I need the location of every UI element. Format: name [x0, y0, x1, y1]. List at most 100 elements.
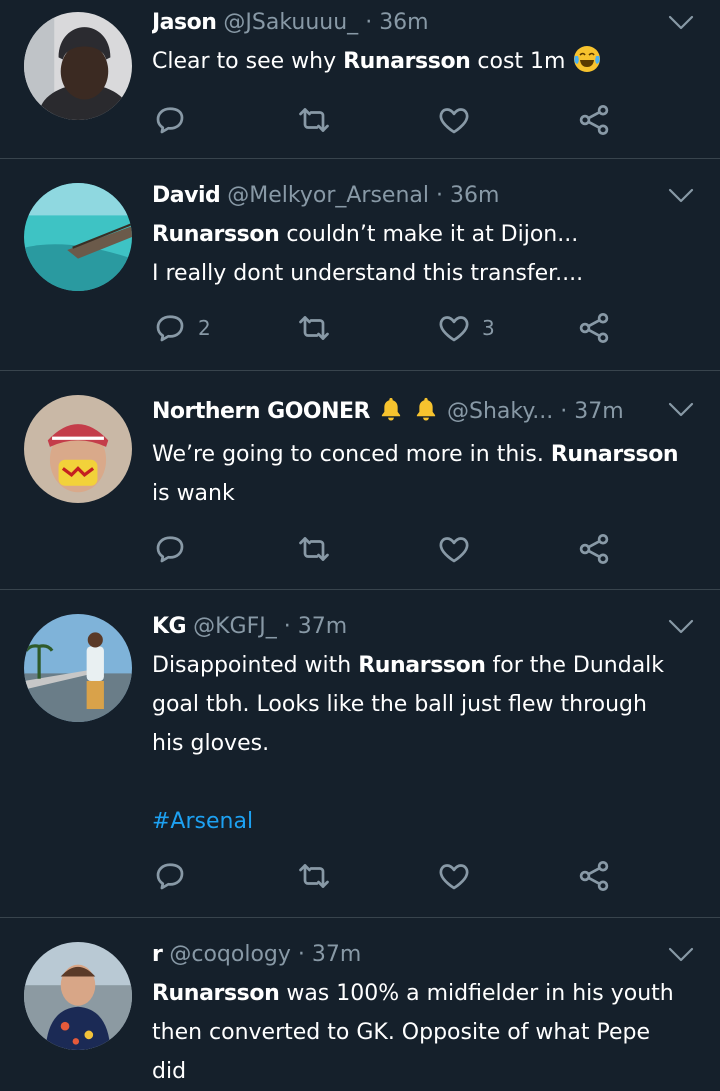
text-segment: Clear to see why: [152, 49, 344, 74]
author-handle[interactable]: @KGFJ_: [193, 614, 277, 639]
reply-button[interactable]: [152, 100, 198, 140]
tweet-header: Northern GOONER @Shaky... · 37m: [152, 395, 660, 427]
mention-bold: Runarsson: [550, 442, 679, 467]
avatar[interactable]: [24, 183, 132, 291]
chevron-down-icon[interactable]: [668, 619, 694, 635]
tweet-item[interactable]: r @coqology · 37m Runarsson was 100% a m…: [0, 918, 720, 1088]
share-icon: [576, 858, 612, 894]
tweet-text: Disappointed with Runarsson for the Dund…: [152, 646, 684, 841]
tweet-item[interactable]: Northern GOONER @Shaky... · 37m We’re go…: [0, 371, 720, 590]
avatar[interactable]: [24, 12, 132, 120]
chevron-down-icon[interactable]: [668, 947, 694, 963]
text-line: Runarsson was 100% a midfielder in his y…: [152, 974, 684, 1013]
tweet-item[interactable]: KG @KGFJ_ · 37m Disappointed with Runars…: [0, 590, 720, 918]
text-line: his gloves.: [152, 731, 270, 756]
text-line: goal tbh. Looks like the ball just flew …: [152, 692, 647, 717]
chevron-down-icon[interactable]: [668, 402, 694, 418]
bell-icon: [377, 395, 405, 423]
text-segment: Disappointed with: [152, 653, 359, 678]
reply-icon: [152, 858, 188, 894]
share-button[interactable]: [576, 529, 612, 569]
heart-icon: [436, 310, 472, 346]
tweet-header: KG @KGFJ_ · 37m: [152, 612, 660, 642]
text-line: We’re going to conced more in this. Runa…: [152, 435, 684, 474]
retweet-button[interactable]: [296, 100, 332, 140]
author-name[interactable]: Jason: [152, 10, 217, 35]
text-segment: couldn’t make it at Dijon...: [279, 222, 579, 247]
reply-icon: [152, 310, 188, 346]
author-handle[interactable]: @Shaky...: [447, 399, 553, 424]
bell-icon: [412, 395, 440, 423]
text-line: is wank: [152, 481, 235, 506]
tweet-text: Clear to see why Runarsson cost 1m: [152, 42, 684, 81]
tweet-actions: 2 3: [152, 308, 720, 348]
tweet-actions: [152, 529, 720, 569]
text-segment: was 100% a midfielder in his youth: [279, 981, 674, 1006]
tweet-actions: [152, 100, 720, 140]
timestamp[interactable]: 37m: [298, 614, 347, 639]
heart-icon: [436, 102, 472, 138]
avatar[interactable]: [24, 395, 132, 503]
author-handle[interactable]: @coqology: [169, 942, 291, 967]
like-button[interactable]: 3: [436, 308, 495, 348]
text-line: did: [152, 1059, 187, 1084]
avatar[interactable]: [24, 614, 132, 722]
reply-button[interactable]: [152, 856, 198, 896]
retweet-button[interactable]: [296, 308, 332, 348]
reply-icon: [152, 102, 188, 138]
author-handle[interactable]: @Melkyor_Arsenal: [227, 183, 429, 208]
retweet-icon: [296, 102, 332, 138]
text-line: I really dont understand this transfer..…: [152, 261, 584, 286]
heart-icon: [436, 531, 472, 567]
avatar[interactable]: [24, 942, 132, 1050]
retweet-button[interactable]: [296, 529, 332, 569]
mention-bold: Runarsson: [152, 222, 280, 247]
separator-dot: ·: [436, 183, 443, 208]
separator-dot: ·: [560, 399, 568, 424]
mention-bold: Runarsson: [343, 49, 471, 74]
mention-bold: Runarsson: [358, 653, 486, 678]
timestamp[interactable]: 37m: [312, 942, 361, 967]
text-segment: We’re going to conced more in this.: [152, 442, 551, 467]
author-name[interactable]: Northern GOONER: [152, 399, 371, 424]
like-button[interactable]: [436, 529, 482, 569]
like-button[interactable]: [436, 856, 482, 896]
tweet-text: Runarsson was 100% a midfielder in his y…: [152, 974, 684, 1091]
share-icon: [576, 531, 612, 567]
separator-dot: ·: [365, 10, 373, 35]
retweet-icon: [296, 858, 332, 894]
retweet-button[interactable]: [296, 856, 332, 896]
share-button[interactable]: [576, 100, 612, 140]
share-icon: [576, 102, 612, 138]
text-segment: cost 1m: [470, 49, 566, 74]
heart-icon: [436, 858, 472, 894]
tweet-item[interactable]: David @Melkyor_Arsenal · 36m Runarsson c…: [0, 159, 720, 371]
separator-dot: ·: [283, 614, 291, 639]
text-line: Disappointed with Runarsson for the Dund…: [152, 646, 684, 685]
tweet-header: Jason @JSakuuuu_ · 36m: [152, 8, 660, 38]
share-icon: [576, 310, 612, 346]
chevron-down-icon[interactable]: [668, 15, 694, 31]
like-button[interactable]: [436, 100, 482, 140]
timestamp[interactable]: 36m: [450, 183, 499, 208]
text-segment: for the Dundalk: [485, 653, 665, 678]
tweet-header: David @Melkyor_Arsenal · 36m: [152, 181, 660, 211]
tweet-item[interactable]: Jason @JSakuuuu_ · 36m Clear to see why …: [0, 0, 720, 159]
reply-button[interactable]: [152, 529, 198, 569]
author-name[interactable]: KG: [152, 614, 187, 639]
author-name[interactable]: r: [152, 942, 163, 967]
share-button[interactable]: [576, 856, 612, 896]
author-name[interactable]: David: [152, 183, 221, 208]
timestamp[interactable]: 37m: [574, 399, 623, 424]
chevron-down-icon[interactable]: [668, 188, 694, 204]
like-count: 3: [482, 316, 495, 340]
hashtag-link[interactable]: #Arsenal: [152, 802, 684, 841]
mention-bold: Runarsson: [152, 981, 280, 1006]
author-handle[interactable]: @JSakuuuu_: [223, 10, 358, 35]
share-button[interactable]: [576, 308, 612, 348]
reply-button[interactable]: 2: [152, 308, 211, 348]
text-line: Runarsson couldn’t make it at Dijon...: [152, 215, 684, 254]
timestamp[interactable]: 36m: [379, 10, 428, 35]
separator-dot: ·: [297, 942, 305, 967]
tweet-text: Runarsson couldn’t make it at Dijon... I…: [152, 215, 684, 293]
